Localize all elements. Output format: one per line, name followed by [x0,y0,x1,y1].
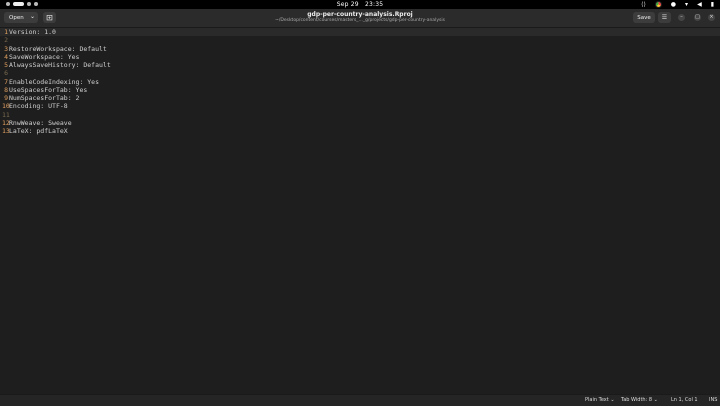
code-brackets-icon[interactable]: ⟨⟩ [641,1,646,8]
editor-line[interactable]: 12 RnwWeave: Sweave [0,119,720,127]
line-number: 6 [4,69,8,78]
main-menu-button[interactable]: ☰ [658,12,671,23]
editor-line[interactable]: 6 [0,69,720,77]
line-text: Version: 1.0 [9,28,56,36]
editor-line[interactable]: 11 [0,111,720,119]
line-number: 12 [2,118,10,127]
line-text: UseSpacesForTab: Yes [9,85,88,94]
document-title: gdp-per-country-analysis.Rproj [307,11,413,18]
line-number: 11 [2,110,10,119]
line-number: 7 [4,77,8,86]
line-number: 5 [4,61,8,69]
tab-width-label: Tab Width: 8 [621,397,653,403]
chrome-icon[interactable] [654,1,662,8]
maximize-button[interactable]: □ [694,14,701,21]
hamburger-icon: ☰ [661,14,668,21]
editor-line[interactable]: 10 Encoding: UTF-8 [0,102,720,110]
language-label: Plain Text [585,397,609,403]
line-number: 2 [4,36,8,45]
line-text: AlwaysSaveHistory: Default [9,61,111,69]
close-icon: × [709,14,714,20]
record-icon[interactable]: ● [671,1,676,8]
line-text: LaTeX: pdfLaTeX [9,127,68,135]
chevron-down-icon: ⌄ [653,397,658,403]
wifi-icon[interactable]: ▾ [685,1,688,8]
maximize-icon: □ [695,14,700,20]
clock-time: 23:35 [364,1,384,8]
line-number: 1 [4,28,8,36]
line-text: NumSpacesForTab: 2 [9,94,80,102]
editor-line[interactable]: 2 [0,36,720,44]
editor-line[interactable]: 8 UseSpacesForTab: Yes [0,86,720,94]
editor-line[interactable]: 13 LaTeX: pdfLaTeX [0,127,720,135]
line-text: RestoreWorkspace: Default [9,44,107,53]
editor-line[interactable]: 5 AlwaysSaveHistory: Default [0,61,720,69]
line-text: Encoding: UTF-8 [9,102,68,111]
line-text: SaveWorkspace: Yes [9,52,80,61]
save-button[interactable]: Save [633,12,655,23]
insert-mode-indicator: INS [709,397,718,403]
status-bar: Plain Text ⌄ Tab Width: 8 ⌄ Ln 1, Col 1 … [0,394,720,406]
language-selector[interactable]: Plain Text ⌄ [585,397,615,403]
close-button[interactable]: × [708,14,715,21]
line-number: 8 [4,85,8,94]
battery-icon[interactable]: ▮ [711,1,714,8]
editor-line[interactable]: 3 RestoreWorkspace: Default [0,45,720,53]
volume-icon[interactable]: ◀ [697,1,702,8]
chevron-down-icon: ⌄ [610,397,615,403]
system-tray[interactable]: ⟨⟩ ● ▾ ◀ ▮ [641,1,714,8]
line-number: 4 [4,52,8,61]
line-text: RnwWeave: Sweave [9,118,72,127]
editor-line[interactable]: 4 SaveWorkspace: Yes [0,53,720,61]
text-editor[interactable]: 1 Version: 1.0 2 3 RestoreWorkspace: Default… [0,28,720,394]
line-number: 9 [4,94,8,102]
line-number: 13 [2,127,10,135]
clock[interactable]: Sep 29 23:35 [0,1,720,8]
clock-date: Sep 29 [336,1,359,8]
line-number: 10 [2,102,10,111]
minimize-icon: – [680,14,683,20]
editor-line[interactable]: 1 Version: 1.0 [0,28,720,37]
minimize-button[interactable]: – [678,14,685,21]
line-text: EnableCodeIndexing: Yes [9,77,100,86]
line-number: 3 [4,44,8,53]
tab-width-selector[interactable]: Tab Width: 8 ⌄ [621,397,658,403]
cursor-position[interactable]: Ln 1, Col 1 [671,397,698,403]
system-top-bar: Sep 29 23:35 ⟨⟩ ● ▾ ◀ ▮ [0,0,720,9]
editor-line[interactable]: 9 NumSpacesForTab: 2 [0,94,720,102]
header-bar: Open ⌄ gdp-per-country-analysis.Rproj ~/… [0,9,720,28]
editor-line[interactable]: 7 EnableCodeIndexing: Yes [0,78,720,86]
document-path: ~/Desktop/content/courses/masters_..._g/… [275,18,445,23]
